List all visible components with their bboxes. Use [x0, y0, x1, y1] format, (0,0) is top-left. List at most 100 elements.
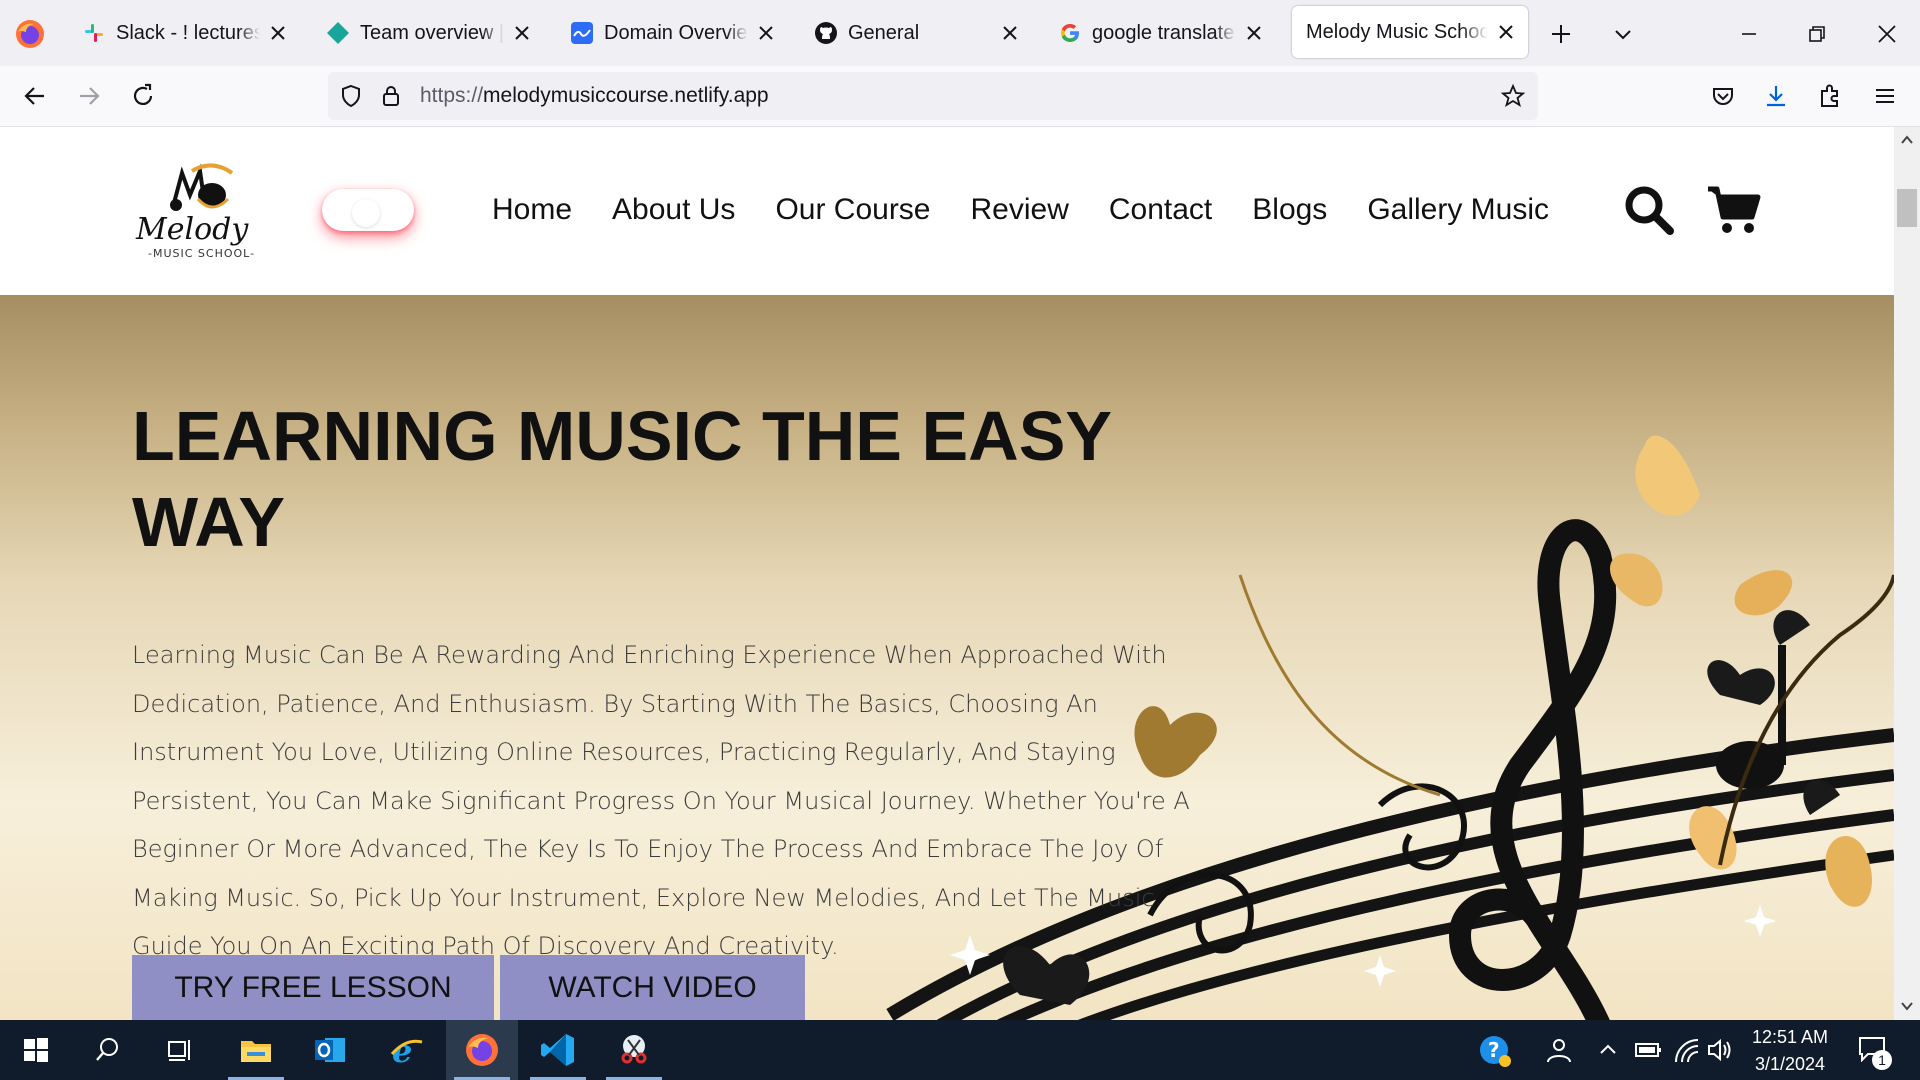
battery-icon[interactable] [1634, 1038, 1662, 1062]
wifi-icon[interactable] [1672, 1036, 1700, 1064]
task-view-button[interactable] [144, 1020, 216, 1080]
theme-toggle[interactable] [322, 189, 414, 231]
notification-center-button[interactable]: 1 [1856, 1034, 1896, 1070]
tab-team-overview[interactable]: Team overview | nov [312, 4, 544, 62]
start-button[interactable] [0, 1020, 72, 1080]
try-free-lesson-button[interactable]: TRY FREE LESSON [132, 955, 494, 1020]
firefox-icon [466, 1034, 498, 1066]
diamond-icon [327, 22, 349, 44]
taskbar-search-button[interactable] [72, 1020, 144, 1080]
tab-google-translate[interactable]: google translate - P [1044, 4, 1276, 62]
toggle-knob [352, 199, 380, 227]
close-window-icon[interactable] [1872, 19, 1902, 49]
nav-contact[interactable]: Contact [1109, 189, 1212, 231]
outlook-icon [315, 1038, 345, 1062]
tab-title: Melody Music School [1306, 20, 1488, 43]
forward-arrow-icon[interactable] [74, 81, 104, 111]
svg-text:?: ? [1488, 1038, 1500, 1062]
close-tab-icon[interactable] [266, 21, 290, 45]
scroll-thumb[interactable] [1897, 189, 1917, 227]
browser-tab-bar: Slack - ! lectures - F Team overview | n… [0, 0, 1920, 66]
page-viewport: Melody -MUSIC SCHOOL- Home About Us Our … [0, 127, 1894, 1020]
nav-home[interactable]: Home [492, 189, 572, 231]
people-icon[interactable] [1542, 1036, 1572, 1066]
snipping-tool-icon [621, 1035, 647, 1064]
taskbar-firefox[interactable] [446, 1020, 518, 1080]
nav-blogs[interactable]: Blogs [1252, 189, 1327, 231]
hero-section: LEARNING MUSIC THE EASY WAY Learning Mus… [0, 295, 1894, 1020]
logo-subtitle: -MUSIC SCHOOL- [148, 247, 256, 260]
bookmark-star-icon[interactable] [1500, 83, 1526, 109]
taskbar-file-explorer[interactable] [220, 1020, 292, 1080]
vscode-icon [541, 1034, 574, 1066]
internet-explorer-icon: e [390, 1032, 423, 1068]
hero-title: LEARNING MUSIC THE EASY WAY [132, 397, 1111, 561]
restore-icon[interactable] [1802, 19, 1832, 49]
scroll-down-icon[interactable] [1898, 997, 1916, 1015]
taskbar-internet-explorer[interactable]: e [370, 1020, 442, 1080]
minimize-icon[interactable] [1734, 19, 1764, 49]
list-tabs-chevron-icon[interactable] [1608, 19, 1638, 49]
tracking-shield-icon[interactable] [338, 83, 364, 109]
cart-icon[interactable] [1706, 183, 1762, 237]
downloads-icon[interactable] [1761, 81, 1791, 111]
tab-title: General [848, 21, 920, 44]
show-hidden-icons-chevron-icon[interactable] [1596, 1038, 1620, 1062]
site-header: Melody -MUSIC SCHOOL- Home About Us Our … [0, 127, 1894, 295]
taskbar-snipping-tool[interactable] [598, 1020, 670, 1080]
new-tab-icon[interactable] [1546, 19, 1576, 49]
browser-nav-bar: https://melodymusiccourse.netlify.app [0, 66, 1920, 127]
github-icon [815, 22, 837, 44]
firefox-menu-icon[interactable] [14, 18, 46, 50]
extensions-icon[interactable] [1815, 81, 1845, 111]
taskbar-clock[interactable]: 12:51 AM 3/1/2024 [1740, 1024, 1840, 1078]
page-scrollbar[interactable] [1894, 127, 1920, 1020]
site-nav: Home About Us Our Course Review Contact … [492, 189, 1589, 231]
close-tab-icon[interactable] [510, 21, 534, 45]
folder-icon [241, 1041, 271, 1062]
close-tab-icon[interactable] [998, 21, 1022, 45]
reload-icon[interactable] [128, 81, 158, 111]
slack-icon [85, 24, 103, 42]
url-protocol: https:// [420, 84, 484, 107]
google-icon [1061, 24, 1079, 42]
nav-review[interactable]: Review [971, 189, 1069, 231]
tab-title: google translate - P [1092, 21, 1236, 44]
nav-our-course[interactable]: Our Course [775, 189, 930, 231]
clock-time: 12:51 AM [1751, 1027, 1829, 1047]
tab-general[interactable]: General [800, 4, 1032, 62]
nav-about-us[interactable]: About Us [612, 189, 735, 231]
help-icon[interactable]: ? [1478, 1034, 1512, 1068]
close-tab-icon[interactable] [754, 21, 778, 45]
tab-melody-music-school[interactable]: Melody Music School [1292, 6, 1528, 58]
url-host: melodymusiccourse.netlify.app [483, 84, 769, 107]
tab-title: Slack - ! lectures - F [116, 21, 260, 44]
clock-date: 3/1/2024 [1754, 1054, 1826, 1074]
search-icon[interactable] [1622, 183, 1676, 237]
svg-text:Melody: Melody [135, 212, 249, 247]
melody-logo[interactable]: Melody [132, 159, 258, 259]
notification-count-badge: 1 [1872, 1050, 1892, 1070]
semrush-icon [571, 22, 593, 44]
volume-icon[interactable] [1706, 1036, 1734, 1064]
task-view-icon [168, 1040, 190, 1061]
search-icon [96, 1038, 118, 1061]
watch-video-button[interactable]: WATCH VIDEO [500, 955, 805, 1020]
nav-gallery-music[interactable]: Gallery Music [1367, 189, 1549, 231]
windows-logo-icon [24, 1038, 48, 1062]
lock-icon[interactable] [378, 83, 404, 109]
pocket-icon[interactable] [1708, 81, 1738, 111]
hero-description: Learning Music Can Be A Rewarding And En… [132, 641, 1190, 960]
tab-slack[interactable]: Slack - ! lectures - F [68, 4, 300, 62]
scroll-up-icon[interactable] [1898, 131, 1916, 149]
back-arrow-icon[interactable] [20, 81, 50, 111]
taskbar-outlook[interactable] [294, 1020, 366, 1080]
url-bar[interactable]: https://melodymusiccourse.netlify.app [328, 72, 1538, 120]
taskbar-vscode[interactable] [522, 1020, 594, 1080]
tab-domain-overview[interactable]: Domain Overview | S [556, 4, 788, 62]
app-menu-icon[interactable] [1870, 81, 1900, 111]
url-text[interactable]: https://melodymusiccourse.netlify.app [420, 84, 769, 108]
tab-title: Domain Overview | S [604, 21, 748, 44]
close-tab-icon[interactable] [1494, 20, 1518, 44]
close-tab-icon[interactable] [1242, 21, 1266, 45]
